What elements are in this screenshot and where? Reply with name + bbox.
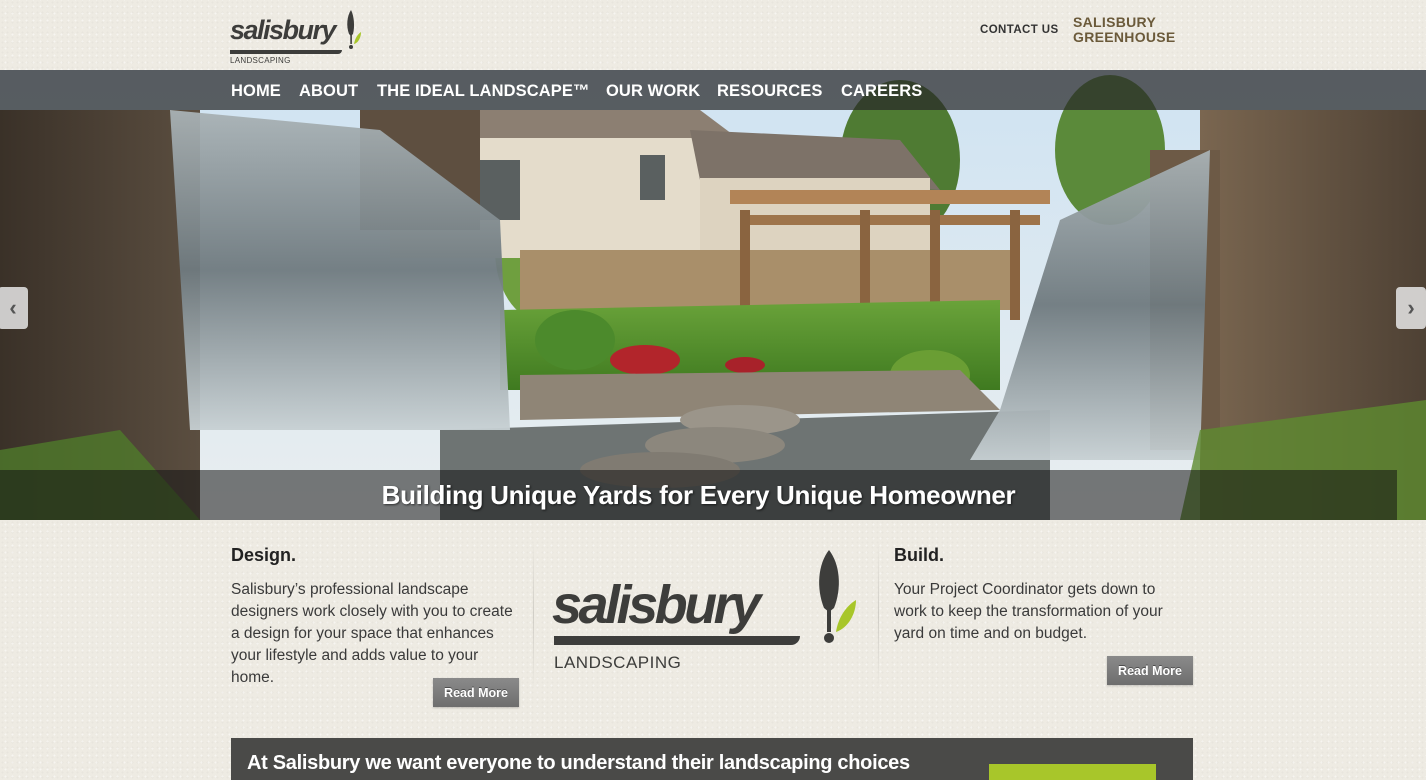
site-header: salisbury LANDSCAPING CONTACT US SALISBU… <box>0 0 1426 70</box>
contact-us-link[interactable]: CONTACT US <box>980 24 1059 36</box>
banner-text: At Salisbury we want everyone to underst… <box>247 752 910 774</box>
tree-leaf-icon <box>347 10 361 49</box>
hero-image <box>0 70 1426 520</box>
build-text: Your Project Coordinator gets down to wo… <box>894 581 1163 642</box>
design-text: Salisbury’s professional landscape desig… <box>231 581 513 686</box>
center-logo: salisbury LANDSCAPING <box>552 548 862 678</box>
logo-wordmark: salisbury <box>230 15 337 45</box>
design-read-more-button[interactable]: Read More <box>433 678 519 707</box>
build-title: Build. <box>894 545 944 565</box>
slider-next-button[interactable]: › <box>1396 287 1426 329</box>
banner-action-button[interactable] <box>989 764 1156 780</box>
center-logo-underline <box>554 636 800 645</box>
site-logo[interactable]: salisbury LANDSCAPING <box>230 8 370 66</box>
salisbury-greenhouse-link[interactable]: SALISBURY GREENHOUSE <box>1073 15 1183 45</box>
column-divider <box>878 540 879 690</box>
nav-about[interactable]: ABOUT <box>299 82 358 101</box>
logo-subtitle: LANDSCAPING <box>230 56 291 65</box>
info-banner: At Salisbury we want everyone to underst… <box>231 738 1193 780</box>
chevron-left-icon: ‹ <box>9 295 17 320</box>
hero-caption: Building Unique Yards for Every Unique H… <box>381 480 1016 510</box>
nav-home[interactable]: HOME <box>231 82 281 101</box>
logo-underline <box>230 50 342 54</box>
column-divider <box>533 540 534 690</box>
nav-ideal-landscape[interactable]: THE IDEAL LANDSCAPE™ <box>377 82 590 101</box>
center-logo-wordmark: salisbury <box>552 575 761 635</box>
nav-careers[interactable]: CAREERS <box>841 82 922 101</box>
nav-our-work[interactable]: OUR WORK <box>606 82 700 101</box>
main-nav: HOME ABOUT THE IDEAL LANDSCAPE™ OUR WORK… <box>0 70 1426 110</box>
chevron-right-icon: › <box>1407 295 1415 320</box>
center-logo-subtitle: LANDSCAPING <box>554 653 682 672</box>
slider-prev-button[interactable]: ‹ <box>0 287 28 329</box>
tree-leaf-icon <box>819 550 856 643</box>
nav-resources[interactable]: RESOURCES <box>717 82 822 101</box>
hero-slider: HOME ABOUT THE IDEAL LANDSCAPE™ OUR WORK… <box>0 70 1426 520</box>
build-read-more-button[interactable]: Read More <box>1107 656 1193 685</box>
design-title: Design. <box>231 545 297 565</box>
